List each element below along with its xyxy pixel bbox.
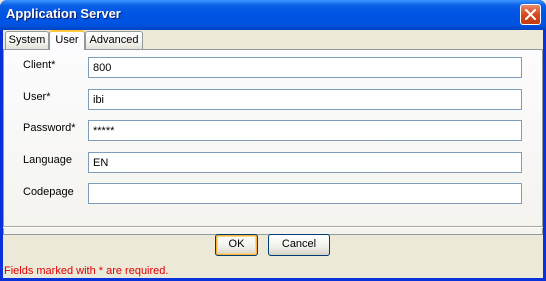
- close-button[interactable]: [520, 4, 541, 25]
- user-tab-panel: Client* User* Password* Language Codepag…: [3, 49, 543, 235]
- codepage-field[interactable]: [88, 183, 522, 204]
- tab-system[interactable]: System: [5, 31, 49, 49]
- tab-advanced[interactable]: Advanced: [85, 31, 143, 49]
- password-label: Password*: [23, 122, 76, 134]
- ok-button[interactable]: OK: [215, 234, 258, 256]
- client-label: Client*: [23, 59, 56, 71]
- cancel-button[interactable]: Cancel: [268, 234, 330, 256]
- codepage-label: Codepage: [23, 186, 74, 198]
- window-title: Application Server: [6, 6, 121, 21]
- user-field[interactable]: [88, 89, 522, 110]
- client-field[interactable]: [88, 57, 522, 78]
- application-server-dialog: Application Server System User Advanced …: [0, 0, 546, 281]
- separator: [3, 226, 543, 228]
- user-label: User*: [23, 91, 51, 103]
- password-field[interactable]: [88, 120, 522, 141]
- required-fields-note: Fields marked with * are required.: [4, 265, 169, 277]
- dialog-body: System User Advanced Client* User* Passw…: [3, 30, 543, 278]
- close-icon: [525, 9, 536, 20]
- language-field[interactable]: [88, 152, 522, 173]
- tab-user[interactable]: User: [49, 30, 85, 50]
- language-label: Language: [23, 154, 72, 166]
- title-bar[interactable]: Application Server: [0, 0, 546, 30]
